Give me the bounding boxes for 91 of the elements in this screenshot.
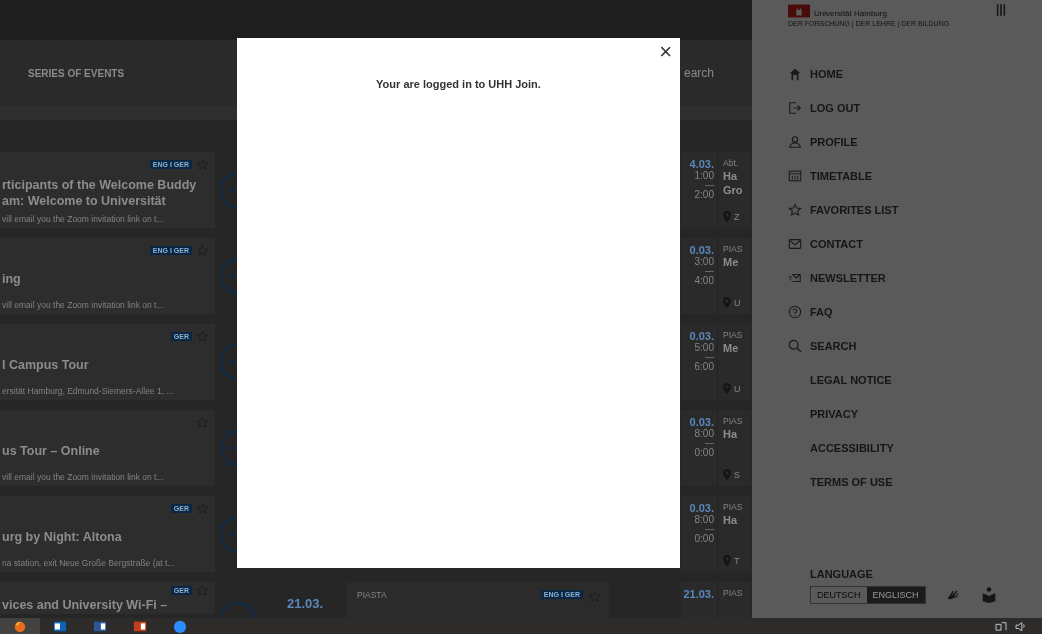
event-category: PIAS	[723, 502, 744, 512]
menu-icon[interactable]	[996, 4, 1006, 16]
logo-text: Universität Hamburg	[814, 9, 887, 18]
event-description: vill email you the Zoom invitation link on t...	[2, 472, 165, 482]
event-category: PIASTA	[357, 590, 388, 600]
event-time: 8:00	[694, 514, 714, 525]
event-description: vill email you the Zoom invitation link on t...	[2, 300, 165, 310]
event-description: ersität Hamburg, Edmund-Siemers-Allee 1, ...	[2, 386, 175, 396]
language-heading: LANGUAGE	[810, 568, 874, 580]
event-date: 21.03.	[683, 588, 714, 600]
mail-app-icon[interactable]	[52, 619, 68, 633]
event-location: Z	[734, 211, 740, 222]
event-time: 6:00	[694, 361, 714, 372]
event-category: Abt.	[723, 158, 740, 168]
event-date: 0.03.	[689, 330, 714, 342]
volume-icon[interactable]	[1014, 621, 1028, 631]
menu-item[interactable]: FAQ	[788, 295, 1042, 329]
event-title: Ha	[723, 514, 739, 526]
event-title: ing	[2, 271, 22, 287]
menu-item[interactable]: CONTACT	[788, 227, 1042, 261]
search-field[interactable]: earch	[684, 66, 744, 80]
browser-icon[interactable]	[12, 619, 28, 633]
event-title: Me	[723, 342, 740, 354]
menu-item[interactable]: TIMETABLE	[788, 159, 1042, 193]
event-time: 4:00	[694, 275, 714, 286]
event-card[interactable]: us Tour – Online vill email you the Zoom invitation link on t...	[0, 410, 215, 486]
time-separator: —	[705, 353, 714, 361]
menu-item[interactable]: SEARCH	[788, 329, 1042, 363]
time-separator: —	[705, 439, 714, 447]
person-icon	[788, 135, 802, 149]
event-title: Me	[723, 256, 740, 268]
menu-item[interactable]: LOG OUT	[788, 91, 1042, 125]
event-location: U	[734, 297, 741, 308]
event-title: vices and University Wi-Fi –	[2, 597, 169, 613]
menu-item[interactable]: PRIVACY	[788, 397, 1042, 431]
search-icon	[788, 339, 802, 353]
time-separator: —	[705, 267, 714, 275]
home-icon	[788, 67, 802, 81]
event-description: na station, exit Neue Große Bergstraße (at t...	[2, 558, 176, 568]
document-app-icon[interactable]	[92, 619, 108, 633]
help-icon	[788, 305, 802, 319]
event-category: PIAS	[723, 244, 744, 254]
event-time: 0:00	[694, 533, 714, 544]
close-button[interactable]: ×	[655, 40, 676, 64]
castle-icon	[788, 4, 810, 18]
slides-app-icon[interactable]	[132, 619, 148, 633]
event-title: rticipants of the Welcome Buddy	[2, 177, 198, 193]
event-time: 0:00	[694, 447, 714, 458]
event-date: 4.03.	[689, 158, 714, 170]
event-description: vill email you the Zoom invitation link on t...	[2, 214, 165, 224]
event-title: us Tour – Online	[2, 443, 101, 459]
event-location: S	[734, 469, 740, 480]
event-date: 0.03.	[689, 244, 714, 256]
menu-item[interactable]: HOME	[788, 57, 1042, 91]
star-icon	[788, 203, 802, 217]
event-date: 0.03.	[689, 416, 714, 428]
newsletter-icon	[788, 271, 802, 285]
language-option[interactable]: ENGLISCH	[866, 587, 925, 603]
menu-item[interactable]: NEWSLETTER	[788, 261, 1042, 295]
event-category: PIAS	[723, 588, 744, 598]
event-location: T	[734, 555, 740, 566]
event-category: PIAS	[723, 330, 744, 340]
event-time: 8:00	[694, 428, 714, 439]
event-category: PIAS	[723, 416, 744, 426]
menu-item[interactable]: ACCESSIBILITY	[788, 431, 1042, 465]
event-date: 0.03.	[689, 502, 714, 514]
event-date: 21.03.	[286, 595, 325, 613]
event-title: am: Welcome to Universität	[2, 193, 167, 209]
event-title: urg by Night: Altona	[2, 529, 123, 545]
event-title: Ha	[723, 428, 739, 440]
dialog-message: Your are logged in to UHH Join.	[376, 78, 541, 90]
event-time: 1:00	[694, 170, 714, 181]
event-title: l Campus Tour	[2, 357, 90, 373]
time-separator: —	[705, 525, 714, 533]
event-title: Ha	[723, 170, 739, 182]
video-app-icon[interactable]	[172, 619, 188, 633]
event-time: 2:00	[694, 189, 714, 200]
nav-link[interactable]: SERIES OF EVENTS	[28, 67, 125, 79]
event-time: 5:00	[694, 342, 714, 353]
event-time: 3:00	[694, 256, 714, 267]
time-separator: —	[705, 181, 714, 189]
event-title: Gro	[723, 184, 744, 196]
mail-icon	[788, 237, 802, 251]
menu-item[interactable]: FAVORITES LIST	[788, 193, 1042, 227]
network-icon[interactable]	[994, 621, 1008, 631]
calendar-icon	[788, 169, 802, 183]
event-location: U	[734, 383, 741, 394]
menu-item[interactable]: TERMS OF USE	[788, 465, 1042, 499]
menu-item[interactable]: PROFILE	[788, 125, 1042, 159]
logout-icon	[788, 101, 802, 115]
menu-item[interactable]: LEGAL NOTICE	[788, 363, 1042, 397]
